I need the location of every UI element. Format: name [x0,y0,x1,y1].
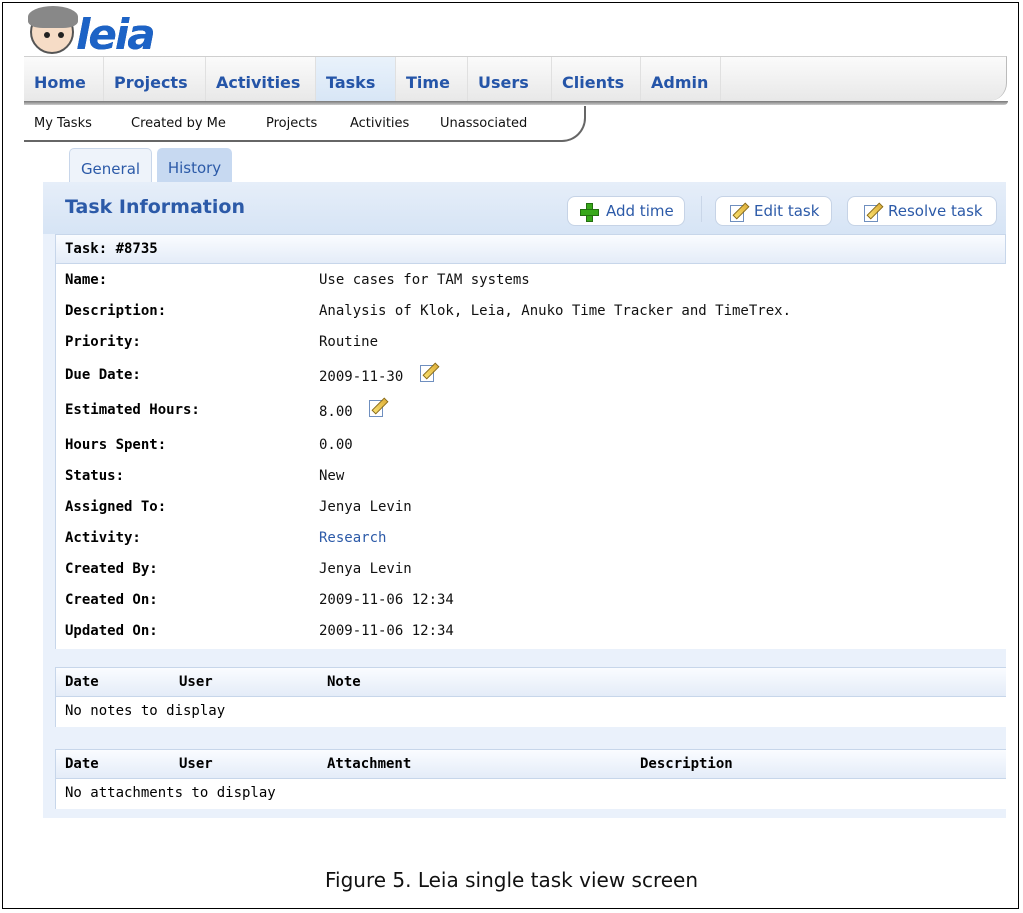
column-header: Description [640,756,733,772]
edit-task-label: Edit task [754,202,820,220]
nav-shadow [24,101,1008,105]
nav-home[interactable]: Home [24,57,104,101]
task-fields: Name: Use cases for TAM systems Descript… [55,264,1006,649]
field-label: Due Date: [65,367,141,383]
estimated-hours-cell: 8.00 [319,397,389,422]
add-time-label: Add time [606,202,674,220]
edit-icon [864,202,884,222]
field-value: 2009-11-06 12:34 [319,623,454,639]
field-value: Jenya Levin [319,561,412,577]
field-row: Description: Analysis of Klok, Leia, Anu… [56,303,1006,334]
sub-nav: My Tasks Created by Me Projects Activiti… [24,106,586,142]
field-label: Status: [65,468,125,484]
notes-empty-row: No notes to display [56,697,1006,727]
nav-admin[interactable]: Admin [641,57,721,101]
column-header: Date [65,756,99,772]
add-icon [580,203,599,222]
main-nav: Home Projects Activities Tasks Time User… [24,56,1008,105]
field-label: Hours Spent: [65,437,167,453]
subnav-unassociated[interactable]: Unassociated [440,116,527,131]
field-row: Priority: Routine [56,334,1006,365]
nav-tasks[interactable]: Tasks [316,57,396,101]
attachments-empty-message: No attachments to display [65,785,276,801]
task-id-header: Task: #8735 [55,234,1006,264]
column-header: User [179,756,213,772]
activity-link[interactable]: Research [319,530,386,546]
edit-icon[interactable] [369,397,389,417]
edit-task-button[interactable]: Edit task [715,196,832,226]
edit-icon [730,202,750,222]
subnav-created-by-me[interactable]: Created by Me [131,116,226,131]
notes-empty-message: No notes to display [65,703,226,719]
task-id: Task: #8735 [65,241,158,257]
subnav-projects[interactable]: Projects [266,116,317,131]
field-label: Priority: [65,334,141,350]
logo-text: leia [76,10,156,59]
field-value: Routine [319,334,379,350]
field-label: Description: [65,303,167,319]
attachments-empty-row: No attachments to display [56,779,1006,809]
field-value: New [319,468,345,484]
resolve-task-button[interactable]: Resolve task [847,196,997,226]
notes-table-header: Date User Note [56,667,1006,697]
field-row: Due Date: 2009-11-30 [56,362,1006,400]
nav-clients[interactable]: Clients [552,57,641,101]
panel-title: Task Information [65,196,245,218]
field-row: Status: New [56,468,1006,499]
subnav-my-tasks[interactable]: My Tasks [34,116,92,131]
field-value: Jenya Levin [319,499,412,515]
column-header: Note [327,674,361,690]
field-row: Updated On: 2009-11-06 12:34 [56,623,1006,654]
tab-general[interactable]: General [69,148,152,183]
nav-users[interactable]: Users [468,57,552,101]
field-label: Assigned To: [65,499,167,515]
notes-table: Date User Note No notes to display [55,667,1006,727]
field-label: Created On: [65,592,158,608]
add-time-button[interactable]: Add time [567,196,685,226]
resolve-task-label: Resolve task [888,202,983,220]
field-value: Analysis of Klok, Leia, Anuko Time Track… [319,303,792,319]
task-panel: Task Information Add time Edit task Reso… [43,182,1006,818]
field-label: Created By: [65,561,158,577]
field-value: 0.00 [319,437,353,453]
column-header: Attachment [327,756,412,772]
field-value: 2009-11-06 12:34 [319,592,454,608]
subnav-activities[interactable]: Activities [350,116,409,131]
mascot-icon [28,6,78,54]
field-row: Activity: Research [56,530,1006,561]
column-header: Date [65,674,99,690]
field-row: Created By: Jenya Levin [56,561,1006,592]
nav-time[interactable]: Time [396,57,468,101]
field-label: Estimated Hours: [65,402,200,418]
column-header: User [179,674,213,690]
due-date-cell: 2009-11-30 [319,362,440,387]
field-value: Use cases for TAM systems [319,272,530,288]
field-row: Hours Spent: 0.00 [56,437,1006,468]
field-row: Estimated Hours: 8.00 [56,397,1006,435]
field-row: Created On: 2009-11-06 12:34 [56,592,1006,623]
field-row: Name: Use cases for TAM systems [56,272,1006,303]
leia-logo[interactable]: leia [14,4,184,59]
field-row: Assigned To: Jenya Levin [56,499,1006,530]
tab-history[interactable]: History [157,148,232,182]
figure-caption: Figure 5. Leia single task view screen [324,868,699,892]
attachments-table: Date User Attachment Description No atta… [55,749,1006,809]
attachments-table-header: Date User Attachment Description [56,749,1006,779]
nav-projects[interactable]: Projects [104,57,206,101]
field-label: Updated On: [65,623,158,639]
button-separator [701,196,702,222]
edit-icon[interactable] [419,362,440,382]
nav-activities[interactable]: Activities [206,57,316,101]
field-value: 8.00 [319,404,353,420]
field-label: Activity: [65,530,141,546]
field-value: 2009-11-30 [319,369,404,385]
panel-header: Task Information Add time Edit task Reso… [43,182,1006,234]
field-label: Name: [65,272,108,288]
